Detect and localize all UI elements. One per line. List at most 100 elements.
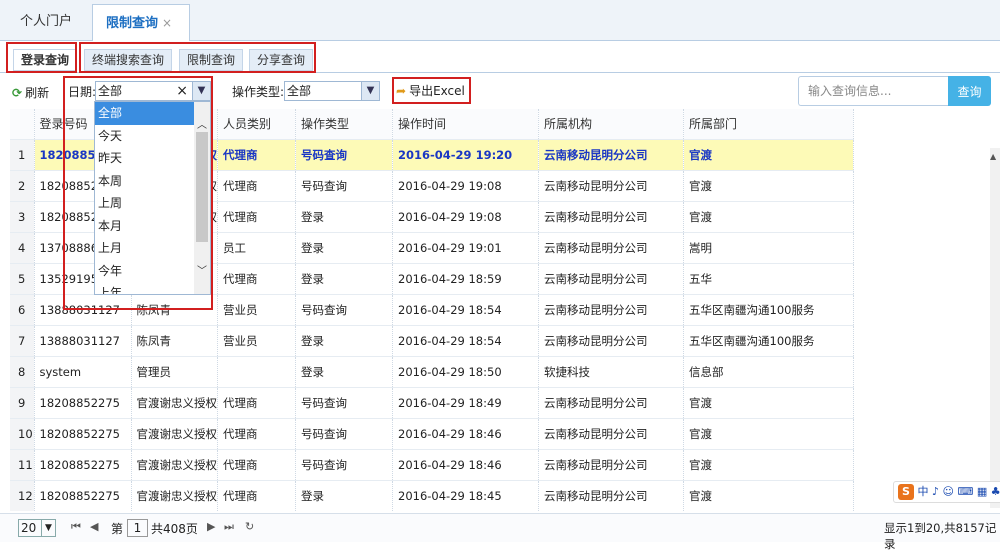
- row-number: 11: [10, 449, 34, 480]
- first-page-icon[interactable]: ⏮: [71, 520, 81, 534]
- table-cell: [218, 356, 296, 387]
- ime-icons: 中 ♪ ☺ ⌨ ▦ ♣: [918, 485, 1000, 498]
- chevron-down-icon[interactable]: ▼: [192, 82, 210, 100]
- dropdown-option[interactable]: 今天: [95, 125, 210, 148]
- row-number: 7: [10, 325, 34, 356]
- optype-select[interactable]: 全部 ▼: [284, 81, 380, 101]
- close-icon[interactable]: ×: [162, 16, 172, 30]
- table-cell: 登录: [296, 263, 393, 294]
- table-cell: 云南移动昆明分公司: [539, 294, 684, 325]
- optype-value: 全部: [287, 84, 311, 98]
- chevron-up-icon[interactable]: ▲: [990, 152, 996, 161]
- chevron-up-icon[interactable]: ︿: [197, 116, 207, 131]
- table-cell: 2016-04-29 18:54: [393, 325, 539, 356]
- table-cell: 员工: [218, 232, 296, 263]
- row-number: 4: [10, 232, 34, 263]
- table-cell: 嵩明: [684, 232, 854, 263]
- subtab-restrict-query[interactable]: 限制查询: [179, 49, 243, 71]
- row-number: 1: [10, 139, 34, 170]
- chevron-down-icon[interactable]: ▼: [361, 82, 379, 100]
- header-cell[interactable]: 操作类型: [296, 109, 393, 139]
- table-cell: 官渡谢忠义授权: [131, 418, 218, 449]
- export-excel-button[interactable]: ➦导出Excel: [396, 82, 465, 99]
- subtab-terminal-search[interactable]: 终端搜索查询: [84, 49, 172, 71]
- table-cell: 云南移动昆明分公司: [539, 449, 684, 480]
- last-page-icon[interactable]: ⏭: [224, 520, 234, 534]
- table-cell: 代理商: [218, 418, 296, 449]
- table-row[interactable]: 1118208852275官渡谢忠义授权代理商号码查询2016-04-29 18…: [10, 449, 854, 480]
- dropdown-option[interactable]: 全部: [95, 102, 210, 125]
- table-cell: 2016-04-29 18:46: [393, 418, 539, 449]
- dropdown-option[interactable]: 本周: [95, 170, 210, 193]
- table-cell: 代理商: [218, 139, 296, 170]
- table-cell: 信息部: [684, 356, 854, 387]
- table-cell: 营业员: [218, 325, 296, 356]
- table-cell: 18208852275: [34, 480, 131, 511]
- table-cell: 2016-04-29 19:01: [393, 232, 539, 263]
- table-cell: 代理商: [218, 201, 296, 232]
- header-cell[interactable]: 操作时间: [393, 109, 539, 139]
- table-cell: 2016-04-29 18:59: [393, 263, 539, 294]
- date-value: 全部: [98, 84, 122, 98]
- table-cell: 云南移动昆明分公司: [539, 170, 684, 201]
- reload-icon[interactable]: ↻: [245, 520, 254, 533]
- dropdown-scrollbar[interactable]: ︿ ﹀: [194, 102, 210, 295]
- search-button[interactable]: 查询: [948, 76, 991, 106]
- table-cell: 代理商: [218, 387, 296, 418]
- clear-icon[interactable]: ×: [176, 82, 188, 100]
- tab-restrict-query[interactable]: 限制查询×: [92, 4, 190, 41]
- table-cell: 陈凤青: [131, 325, 218, 356]
- table-row[interactable]: 918208852275官渡谢忠义授权代理商号码查询2016-04-29 18:…: [10, 387, 854, 418]
- table-cell: 登录: [296, 232, 393, 263]
- prev-page-icon[interactable]: ◀: [90, 520, 98, 533]
- table-cell: 云南移动昆明分公司: [539, 139, 684, 170]
- dropdown-option[interactable]: 上月: [95, 237, 210, 260]
- table-cell: 2016-04-29 19:08: [393, 201, 539, 232]
- refresh-button[interactable]: ⟳刷新: [12, 84, 49, 101]
- table-cell: 号码查询: [296, 170, 393, 201]
- table-cell: 陈凤青: [131, 294, 218, 325]
- chevron-down-icon[interactable]: ▼: [41, 520, 55, 536]
- table-row[interactable]: 1018208852275官渡谢忠义授权代理商号码查询2016-04-29 18…: [10, 418, 854, 449]
- row-number: 5: [10, 263, 34, 294]
- table-cell: 号码查询: [296, 387, 393, 418]
- table-cell: 云南移动昆明分公司: [539, 325, 684, 356]
- next-page-icon[interactable]: ▶: [207, 520, 215, 533]
- table-cell: 登录: [296, 201, 393, 232]
- row-number: 6: [10, 294, 34, 325]
- header-cell[interactable]: 所属机构: [539, 109, 684, 139]
- date-select[interactable]: 全部 × ▼: [95, 81, 211, 101]
- table-row[interactable]: 613888031127陈凤青营业员号码查询2016-04-29 18:54云南…: [10, 294, 854, 325]
- table-cell: 官渡谢忠义授权: [131, 449, 218, 480]
- table-row[interactable]: 713888031127陈凤青营业员登录2016-04-29 18:54云南移动…: [10, 325, 854, 356]
- subtab-share-query[interactable]: 分享查询: [249, 49, 313, 71]
- page-total: 共408页: [151, 520, 198, 537]
- header-cell[interactable]: 人员类别: [218, 109, 296, 139]
- table-row[interactable]: 1218208852275官渡谢忠义授权代理商登录2016-04-29 18:4…: [10, 480, 854, 511]
- chevron-down-icon[interactable]: ﹀: [197, 262, 207, 277]
- page-number-input[interactable]: 1: [127, 519, 148, 537]
- scroll-thumb[interactable]: [196, 132, 208, 242]
- subtab-login-query[interactable]: 登录查询: [13, 49, 77, 71]
- grid-scrollbar[interactable]: ▲: [990, 148, 1000, 508]
- dropdown-option[interactable]: 昨天: [95, 147, 210, 170]
- table-cell: 官渡: [684, 139, 854, 170]
- table-cell: 官渡: [684, 387, 854, 418]
- table-row[interactable]: 8system管理员登录2016-04-29 18:50软捷科技信息部: [10, 356, 854, 387]
- dropdown-option[interactable]: 上周: [95, 192, 210, 215]
- search-input[interactable]: [798, 76, 948, 106]
- table-cell: 代理商: [218, 170, 296, 201]
- table-cell: 2016-04-29 19:20: [393, 139, 539, 170]
- page-size-select[interactable]: 20▼: [18, 519, 56, 537]
- date-label: 日期:: [68, 83, 96, 100]
- dropdown-option[interactable]: 上年: [95, 282, 210, 295]
- pagination-bar: 20▼ ⏮ ◀ 第 1 共408页 ▶ ⏭ ↻ 显示1到20,共8157记录: [0, 513, 1000, 542]
- row-number: 2: [10, 170, 34, 201]
- dropdown-option[interactable]: 今年: [95, 260, 210, 283]
- page-prefix: 第: [111, 520, 123, 537]
- ime-toolbar[interactable]: S 中 ♪ ☺ ⌨ ▦ ♣: [893, 481, 1000, 503]
- dropdown-option[interactable]: 本月: [95, 215, 210, 238]
- tab-personal-portal[interactable]: 个人门户: [8, 4, 84, 41]
- table-cell: 五华区南疆沟通100服务: [684, 294, 854, 325]
- header-cell[interactable]: 所属部门: [684, 109, 854, 139]
